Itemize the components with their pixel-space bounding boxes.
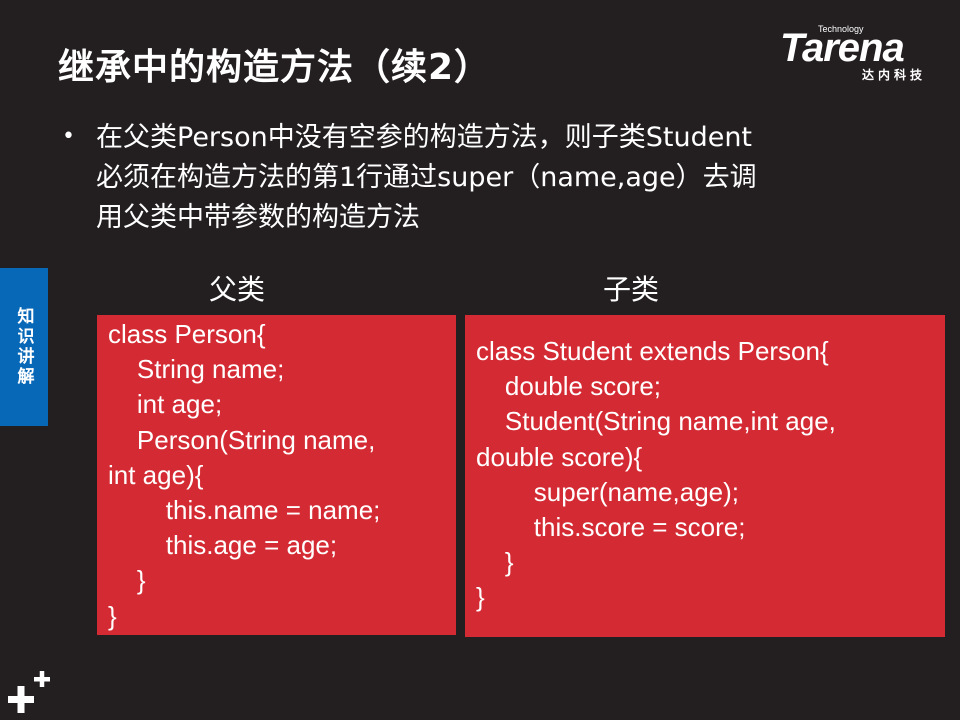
code-line: String name; — [108, 354, 285, 385]
code-line: Person(String name, — [108, 424, 376, 455]
logo-wordmark: Tarena — [780, 26, 905, 70]
child-code-box: class Student extends Person{ double sco… — [465, 315, 945, 637]
bullet-text: 在父类Person中没有空参的构造方法，则子类Student 必须在构造方法的第… — [96, 118, 886, 238]
bullet-line: 必须在构造方法的第1行通过super（name,age）去调 — [96, 162, 757, 193]
code-line: int age){ — [108, 459, 204, 490]
code-line: double score){ — [476, 441, 643, 472]
code-line: } — [476, 582, 485, 613]
plus-plus-icon — [8, 671, 50, 713]
code-line: Student(String name,int age, — [476, 406, 836, 437]
code-line: } — [108, 600, 117, 631]
code-line: double score; — [476, 371, 661, 402]
slide: { "slide": { "title": "继承中的构造方法（续2）", "l… — [0, 0, 960, 720]
bullet-dot-icon: • — [62, 124, 75, 149]
side-tab-label: 知识讲解 — [13, 307, 34, 387]
code-line: this.name = name; — [108, 495, 381, 526]
slide-title: 继承中的构造方法（续2） — [58, 47, 492, 88]
code-line: super(name,age); — [476, 476, 740, 507]
bullet-line: 在父类Person中没有空参的构造方法，则子类Student — [96, 122, 753, 153]
parent-class-label: 父类 — [209, 273, 266, 306]
code-line: } — [108, 565, 146, 596]
code-line: this.score = score; — [476, 512, 746, 543]
code-line: this.age = age; — [108, 530, 338, 561]
code-line: class Student extends Person{ — [476, 336, 829, 366]
code-line: } — [476, 547, 514, 578]
tarena-logo: Technology Tarena 达内科技 — [780, 24, 945, 84]
child-class-label: 子类 — [603, 273, 660, 306]
bullet-line: 用父类中带参数的构造方法 — [96, 202, 420, 233]
code-line: int age; — [108, 389, 223, 420]
side-tab: 知识讲解 — [0, 268, 48, 426]
logo-subtitle: 达内科技 — [862, 68, 927, 82]
code-line: class Person{ — [108, 319, 266, 349]
parent-code-box: class Person{ String name; int age; Pers… — [97, 315, 456, 635]
